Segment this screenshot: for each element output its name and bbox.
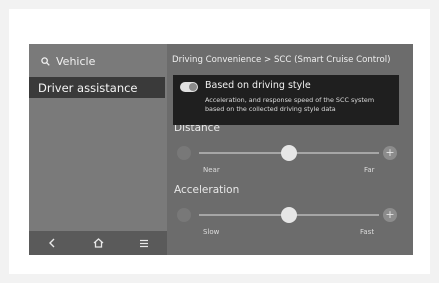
search-label: Vehicle — [56, 54, 96, 68]
distance-max-label: Far — [364, 166, 375, 174]
acceleration-max-label: Fast — [360, 228, 375, 236]
acceleration-decrease-button[interactable] — [177, 208, 191, 222]
distance-decrease-button[interactable] — [177, 146, 191, 160]
sidebar-item-driver-assistance[interactable]: Driver assistance — [29, 77, 165, 98]
acceleration-slider[interactable]: + — [175, 206, 399, 226]
distance-thumb[interactable] — [281, 145, 297, 161]
acceleration-label: Acceleration — [174, 184, 240, 196]
sidebar: Vehicle Driver assistance — [29, 44, 167, 255]
plus-icon: + — [385, 208, 395, 221]
toggle-knob — [189, 83, 197, 91]
distance-min-label: Near — [203, 166, 220, 174]
back-button[interactable] — [37, 231, 67, 255]
sidebar-item-label: Driver assistance — [38, 80, 138, 95]
breadcrumb: Driving Convenience > SCC (Smart Cruise … — [172, 55, 391, 65]
driving-style-toggle[interactable] — [180, 82, 198, 92]
back-icon — [49, 238, 55, 248]
home-button[interactable] — [83, 231, 113, 255]
acceleration-increase-button[interactable]: + — [383, 208, 397, 222]
acceleration-thumb[interactable] — [281, 207, 297, 223]
popup-title: Based on driving style — [205, 80, 311, 91]
search-button[interactable]: Vehicle — [41, 53, 95, 69]
plus-icon: + — [385, 146, 395, 159]
bottom-nav — [29, 231, 167, 255]
popup-description: Acceleration, and response speed of the … — [205, 96, 375, 113]
infotainment-screen: Vehicle Driver assistance Driving Conven… — [29, 44, 413, 255]
home-icon — [93, 238, 103, 248]
driving-style-popup: Based on driving style Acceleration, and… — [173, 75, 399, 125]
search-icon — [41, 56, 50, 66]
menu-icon — [140, 239, 148, 247]
menu-button[interactable] — [129, 231, 159, 255]
distance-increase-button[interactable]: + — [383, 146, 397, 160]
acceleration-min-label: Slow — [203, 228, 220, 236]
distance-slider[interactable]: + — [175, 144, 399, 164]
